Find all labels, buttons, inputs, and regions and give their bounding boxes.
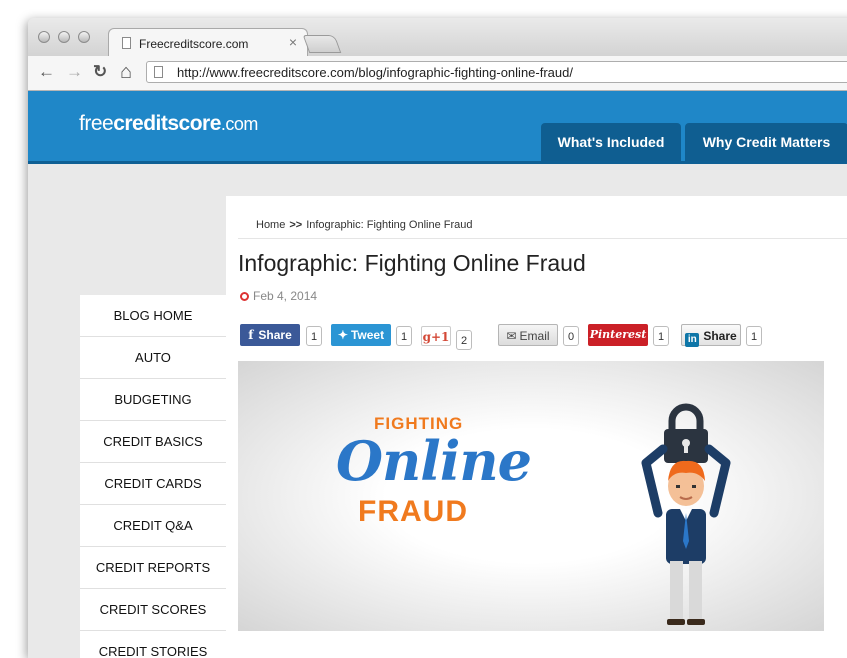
url-text[interactable]: http://www.freecreditscore.com/blog/info… [177,65,573,80]
browser-tab[interactable]: Freecreditscore.com × [108,28,308,57]
browser-toolbar: ← → ↻ ⌂ http://www.freecreditscore.com/b… [28,56,847,91]
post-date: Feb 4, 2014 [240,289,317,303]
linkedin-share-label: Share [703,329,737,343]
sidebar-item-budgeting[interactable]: BUDGETING [80,379,226,421]
twitter-tweet-button[interactable]: ✦ Tweet [331,324,391,346]
email-share-count: 0 [563,326,579,346]
infographic-hero-image: FIGHTING Online FRAUD [238,361,824,631]
envelope-icon: ✉ [506,329,517,343]
logo-creditscore: creditscore [113,112,221,135]
logo-free: free [79,112,114,135]
twitter-bird-icon: ✦ [337,328,348,342]
sidebar-item-credit-stories[interactable]: CREDIT STORIES [80,631,226,658]
facebook-share-count: 1 [306,326,322,346]
hero-text-fraud: FRAUD [358,495,468,528]
tweet-label: Tweet [350,328,385,342]
divider [238,238,847,239]
pinterest-count: 1 [653,326,669,346]
linkedin-icon: in [685,333,700,347]
sidebar-item-blog-home[interactable]: BLOG HOME [80,295,226,337]
breadcrumb: Home >> Infographic: Fighting Online Fraud [256,219,473,231]
nav-why-credit-matters[interactable]: Why Credit Matters [685,123,847,161]
man-holding-padlock-illustration [641,403,731,625]
site-header: freecreditscore.com What's Included Why … [28,91,847,164]
minimize-window-button[interactable] [58,31,70,43]
forward-arrow-icon[interactable]: → [66,63,83,81]
facebook-share-label: Share [258,328,292,342]
nav-whats-included[interactable]: What's Included [541,123,681,161]
close-tab-icon[interactable]: × [289,34,297,50]
title-bar: Freecreditscore.com × [28,18,847,57]
new-tab-button[interactable] [302,35,342,53]
article-content: Home >> Infographic: Fighting Online Fraud… [226,196,847,658]
sidebar-item-credit-cards[interactable]: CREDIT CARDS [80,463,226,505]
page-viewport: freecreditscore.com What's Included Why … [28,91,847,658]
sidebar-item-auto[interactable]: AUTO [80,337,226,379]
sidebar-item-credit-reports[interactable]: CREDIT REPORTS [80,547,226,589]
home-icon[interactable]: ⌂ [120,62,132,82]
sidebar-item-credit-scores[interactable]: CREDIT SCORES [80,589,226,631]
breadcrumb-home-link[interactable]: Home [256,219,285,231]
breadcrumb-separator: >> [289,219,303,231]
google-plus-count: 2 [456,330,472,350]
sidebar-item-credit-basics[interactable]: CREDIT BASICS [80,421,226,463]
site-logo[interactable]: freecreditscore.com [79,112,258,136]
reload-icon[interactable]: ↻ [93,63,107,81]
google-plus-button[interactable]: g+1 [421,326,451,346]
sidebar-item-credit-qa[interactable]: CREDIT Q&A [80,505,226,547]
logo-com: .com [220,114,259,134]
pinterest-button[interactable]: Pinterest [588,324,648,346]
browser-window: Freecreditscore.com × ← → ↻ ⌂ http://www… [28,18,847,658]
page-icon [154,66,163,78]
tweet-count: 1 [396,326,412,346]
email-share-button[interactable]: ✉ Email [498,324,558,346]
tab-title: Freecreditscore.com [139,37,249,51]
linkedin-share-count: 1 [746,326,762,346]
facebook-icon: f [248,328,254,342]
zoom-window-button[interactable] [78,31,90,43]
email-label: Email [519,329,550,343]
close-window-button[interactable] [38,31,50,43]
page-icon [122,37,131,49]
linkedin-share-button[interactable]: in Share [681,324,741,347]
clock-icon [240,292,249,301]
facebook-share-button[interactable]: f Share [240,324,300,346]
breadcrumb-current: Infographic: Fighting Online Fraud [306,219,473,231]
hero-text-online: Online [336,429,532,493]
address-bar[interactable]: http://www.freecreditscore.com/blog/info… [146,61,847,83]
back-arrow-icon[interactable]: ← [38,63,55,81]
page-title: Infographic: Fighting Online Fraud [238,250,586,276]
post-date-text: Feb 4, 2014 [253,289,318,303]
blog-sidebar-nav: BLOG HOME AUTO BUDGETING CREDIT BASICS C… [80,295,226,658]
